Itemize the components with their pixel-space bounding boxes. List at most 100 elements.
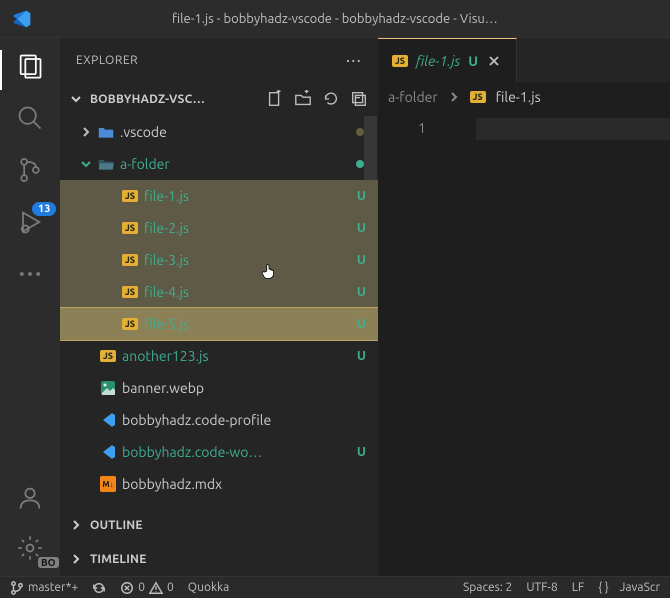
chevron-right-icon (70, 553, 82, 565)
explorer-title: EXPLORER (76, 54, 138, 67)
tab-label: file-1.js (416, 53, 460, 69)
js-icon: JS (470, 91, 486, 103)
tree-label: file-3.js (144, 252, 378, 268)
warning-icon (149, 581, 163, 595)
workspace-section-header[interactable]: BOBBYHADZ-VSC… (60, 82, 378, 116)
tree-label: bobbyhadz.code-wo… (122, 444, 378, 460)
tab-file1[interactable]: JS file-1.js U (378, 38, 517, 82)
sync-icon (92, 581, 106, 595)
folder-icon (98, 125, 114, 139)
collapse-all-icon[interactable] (350, 90, 368, 108)
tree-label: banner.webp (122, 380, 378, 396)
tree-label: a-folder (120, 156, 378, 172)
mdx-icon: M↓ (100, 476, 116, 492)
tree-file-workspace[interactable]: bobbyhadz.code-wo… U (60, 436, 378, 468)
timeline-section-header[interactable]: TIMELINE (60, 542, 378, 576)
git-decoration: U (357, 253, 366, 267)
tree-folder-vscode[interactable]: .vscode (60, 116, 378, 148)
workspace-name: BOBBYHADZ-VSC… (90, 93, 258, 106)
js-icon: JS (392, 55, 408, 67)
current-line-highlight (476, 118, 670, 140)
timeline-label: TIMELINE (90, 553, 147, 566)
status-eol[interactable]: LF (572, 581, 584, 594)
outline-section-header[interactable]: OUTLINE (60, 508, 378, 542)
status-encoding[interactable]: UTF-8 (526, 581, 557, 594)
search-icon[interactable] (16, 104, 44, 132)
git-modified-dot (356, 128, 364, 136)
tab-bar: JS file-1.js U (378, 38, 670, 82)
refresh-icon[interactable] (322, 90, 340, 108)
tree-file-profile[interactable]: bobbyhadz.code-profile (60, 404, 378, 436)
error-icon (120, 581, 134, 595)
vscode-file-icon (100, 444, 116, 460)
tree-file-file5[interactable]: JS file-5.js U (60, 308, 378, 340)
profile-badge: BO (38, 557, 59, 568)
explorer-more-icon[interactable]: ··· (346, 50, 362, 70)
tree-file-banner[interactable]: banner.webp (60, 372, 378, 404)
breadcrumb[interactable]: a-folder JS file-1.js (378, 82, 670, 112)
source-control-icon[interactable] (16, 156, 44, 184)
more-icon[interactable] (16, 260, 44, 288)
breadcrumb-file[interactable]: file-1.js (496, 89, 541, 105)
activity-bar: 13 BO (0, 38, 60, 576)
git-decoration: U (357, 189, 366, 203)
git-decoration: U (357, 349, 366, 363)
git-decoration: U (357, 221, 366, 235)
window-title: file-1.js - bobbyhadz-vscode - bobbyhadz… (172, 12, 498, 26)
tree-folder-afolder[interactable]: a-folder (60, 148, 378, 180)
git-untracked-dot (356, 160, 364, 168)
editor-content[interactable]: 1 (378, 112, 670, 576)
image-icon (100, 380, 116, 396)
status-spaces[interactable]: Spaces: 2 (463, 581, 512, 594)
tree-label: bobbyhadz.mdx (122, 476, 378, 492)
line-number: 1 (418, 120, 426, 136)
file-tree: .vscode a-folder JS file-1.js U JS file-… (60, 116, 378, 508)
tree-label: file-1.js (144, 188, 378, 204)
chevron-right-icon (448, 91, 460, 103)
js-icon: JS (122, 190, 138, 202)
chevron-down-icon (70, 93, 82, 105)
js-icon: JS (122, 286, 138, 298)
git-decoration: U (357, 317, 366, 331)
explorer-icon[interactable] (16, 52, 44, 80)
status-problems[interactable]: 0 0 (120, 581, 174, 595)
editor-area: JS file-1.js U a-folder JS file-1.js 1 (378, 38, 670, 576)
close-icon[interactable] (486, 53, 502, 69)
tree-file-another[interactable]: JS another123.js U (60, 340, 378, 372)
js-icon: JS (122, 222, 138, 234)
explorer-panel: EXPLORER ··· BOBBYHADZ-VSC… .vscode (60, 38, 378, 576)
status-branch[interactable]: master*+ (10, 581, 78, 595)
account-icon[interactable] (16, 484, 44, 512)
chevron-right-icon (70, 519, 82, 531)
status-language[interactable]: { } JavaScr (598, 581, 660, 594)
git-decoration: U (357, 445, 366, 459)
run-debug-icon[interactable] (16, 208, 44, 236)
tree-label: another123.js (122, 348, 378, 364)
git-decoration: U (357, 285, 366, 299)
chevron-down-icon (80, 158, 92, 170)
title-bar: file-1.js - bobbyhadz-vscode - bobbyhadz… (0, 0, 670, 38)
tree-file-file1[interactable]: JS file-1.js U (60, 180, 378, 212)
status-sync[interactable] (92, 581, 106, 595)
tree-label: .vscode (120, 124, 378, 140)
breadcrumb-folder[interactable]: a-folder (388, 89, 438, 105)
tree-file-file3[interactable]: JS file-3.js U (60, 244, 378, 276)
vscode-icon (12, 9, 32, 29)
new-file-icon[interactable] (266, 90, 284, 108)
tree-file-file2[interactable]: JS file-2.js U (60, 212, 378, 244)
tree-file-mdx[interactable]: M↓ bobbyhadz.mdx (60, 468, 378, 500)
status-quokka[interactable]: Quokka (188, 581, 229, 594)
js-icon: JS (122, 318, 138, 330)
js-icon: JS (122, 254, 138, 266)
tab-git-decoration: U (468, 53, 478, 69)
activity-active-indicator (0, 50, 2, 90)
new-folder-icon[interactable] (294, 90, 312, 108)
tree-label: file-4.js (144, 284, 378, 300)
tree-label: file-5.js (144, 316, 378, 332)
git-branch-icon (10, 581, 24, 595)
vscode-file-icon (100, 412, 116, 428)
tree-label: bobbyhadz.code-profile (122, 412, 378, 428)
js-icon: JS (100, 350, 116, 362)
status-bar: master*+ 0 0 Quokka Spaces: 2 UTF-8 LF {… (0, 576, 670, 598)
tree-file-file4[interactable]: JS file-4.js U (60, 276, 378, 308)
